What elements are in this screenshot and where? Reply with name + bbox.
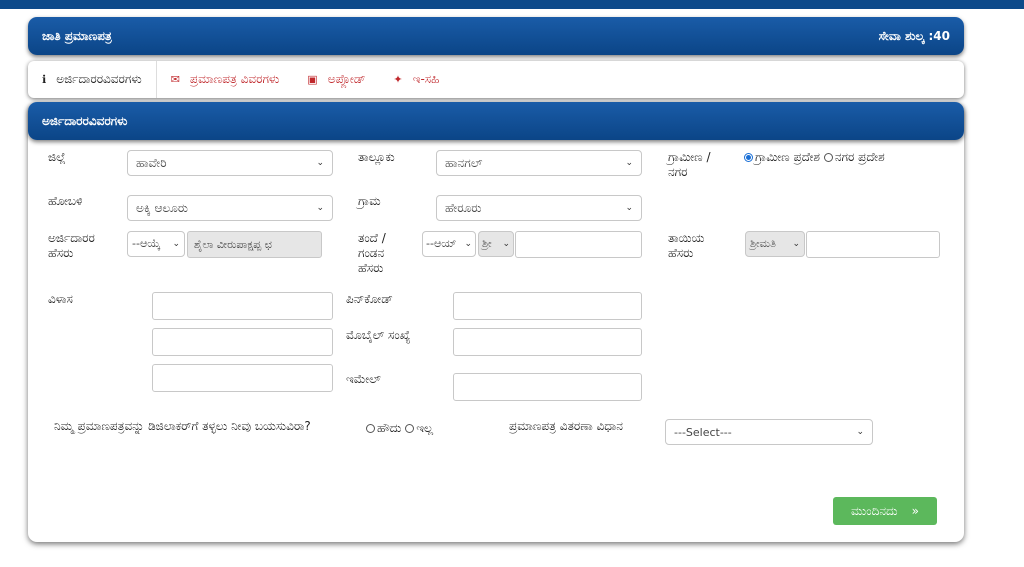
applicant-name-label: ಅರ್ಜಿದಾರರ ಹೆಸರು xyxy=(48,231,95,260)
mother-name-field[interactable] xyxy=(806,231,940,258)
applicant-name-field[interactable]: ಶೈಲಾ ವೀರುಪಾಕ್ಷಪ್ಪ ಛ xyxy=(187,231,322,258)
district-value: ಹಾವೇರಿ xyxy=(136,155,167,170)
mother-title-select[interactable]: ಶ್ರೀಮತಿ ⌄ xyxy=(745,231,805,257)
double-chevron-right-icon: » xyxy=(911,504,919,518)
section-header: ಅರ್ಜಿದಾರರವಿವರಗಳು xyxy=(28,102,964,140)
taluk-select[interactable]: ಹಾನಗಲ್ ⌄ xyxy=(436,150,642,176)
hobli-label: ಹೋಬಳಿ xyxy=(48,194,83,208)
next-button[interactable]: ಮುಂದಿನದು » xyxy=(833,497,937,525)
father-title-select[interactable]: ಶ್ರೀ ⌄ xyxy=(478,231,514,257)
district-label: ಜಿಲ್ಲೆ xyxy=(48,150,66,164)
taluk-value: ಹಾನಗಲ್ xyxy=(445,155,483,170)
delivery-method-value: ---Select--- xyxy=(674,425,732,439)
address-line-2-field[interactable] xyxy=(152,328,333,356)
hobli-value: ಅಕ್ಕಿ ಆಲೂರು xyxy=(136,200,188,215)
district-select[interactable]: ಹಾವೇರಿ ⌄ xyxy=(127,150,333,176)
top-banner xyxy=(0,0,1024,9)
envelope-icon: ✉ xyxy=(170,73,180,86)
delivery-method-select[interactable]: ---Select--- ⌄ xyxy=(665,419,873,445)
tab-certificate-details[interactable]: ✉ ಪ್ರಮಾಣಪತ್ರ ವಿವರಗಳು xyxy=(157,61,294,98)
image-icon: ▣ xyxy=(307,73,318,86)
next-button-label: ಮುಂದಿನದು xyxy=(851,503,898,518)
tab-label: ಇ-ಸಹಿ xyxy=(412,72,440,86)
tab-label: ಅಪ್ಲೋಡ್ xyxy=(327,72,366,86)
chevron-down-icon: ⌄ xyxy=(856,427,864,437)
digilocker-no-radio[interactable] xyxy=(405,424,415,433)
hobli-select[interactable]: ಅಕ್ಕಿ ಆಲೂರು ⌄ xyxy=(127,195,333,221)
chevron-down-icon: ⌄ xyxy=(316,158,324,168)
village-label: ಗ್ರಾಮ xyxy=(358,194,381,208)
pen-icon: ✦ xyxy=(393,73,403,86)
address-line-1-field[interactable] xyxy=(152,292,333,320)
chevron-down-icon: ⌄ xyxy=(464,239,472,249)
digilocker-yes-radio[interactable] xyxy=(366,424,375,433)
tab-applicant-details[interactable]: ℹ ಅರ್ಜಿದಾರರವಿವರಗಳು xyxy=(28,61,157,98)
service-title-bar: ಜಾತಿ ಪ್ರಮಾಣಪತ್ರ ಸೇವಾ ಶುಲ್ಕ :40 xyxy=(28,17,964,55)
tab-label: ಅರ್ಜಿದಾರರವಿವರಗಳು xyxy=(56,72,142,86)
digilocker-radios: ಹೌದು ಇಲ್ಲ xyxy=(366,421,433,436)
chevron-down-icon: ⌄ xyxy=(316,203,324,213)
pincode-label: ಪಿನ್‌ಕೋಡ್ xyxy=(346,292,393,306)
taluk-label: ತಾಲ್ಲೂಕು xyxy=(358,150,395,164)
email-field[interactable] xyxy=(453,373,642,401)
area-type-radios: ಗ್ರಾಮೀಣ ಪ್ರದೇಶ ನಗರ ಪ್ರದೇಶ xyxy=(744,150,885,165)
tab-esign[interactable]: ✦ ಇ-ಸಹಿ xyxy=(379,61,453,98)
father-name-field[interactable] xyxy=(515,231,642,258)
rural-radio[interactable] xyxy=(744,153,753,162)
father-title-value: ಶ್ರೀ xyxy=(482,237,492,250)
chevron-down-icon: ⌄ xyxy=(172,239,180,249)
service-fee: ಸೇವಾ ಶುಲ್ಕ :40 xyxy=(878,28,950,43)
digilocker-no-label: ಇಲ್ಲ xyxy=(416,421,434,435)
village-value: ಹೇರೂರು xyxy=(445,200,482,215)
mother-title-value: ಶ್ರೀಮತಿ xyxy=(750,237,776,250)
service-title: ಜಾತಿ ಪ್ರಮಾಣಪತ್ರ xyxy=(42,28,112,43)
area-type-label: ಗ್ರಾಮೀಣ / ನಗರ xyxy=(668,150,711,179)
mother-name-label: ತಾಯಿಯ ಹೆಸರು xyxy=(668,231,705,260)
father-salutation-value: --ಆಯ್ xyxy=(426,237,457,250)
pincode-field[interactable] xyxy=(453,292,642,320)
delivery-method-label: ಪ್ರಮಾಣಪತ್ರ ವಿತರಣಾ ವಿಧಾನ xyxy=(509,419,623,433)
email-label: ಇಮೇಲ್ xyxy=(346,372,381,386)
tab-label: ಪ್ರಮಾಣಪತ್ರ ವಿವರಗಳು xyxy=(189,72,280,86)
address-line-3-field[interactable] xyxy=(152,364,333,392)
applicant-salutation-select[interactable]: --ಆಯ್ಕೆ ⌄ xyxy=(127,231,185,257)
tab-upload[interactable]: ▣ ಅಪ್ಲೋಡ್ xyxy=(293,61,379,98)
digilocker-yes-label: ಹೌದು xyxy=(377,421,402,435)
rural-option-label: ಗ್ರಾಮೀಣ ಪ್ರದೇಶ xyxy=(755,150,820,164)
applicant-salutation-value: --ಆಯ್ಕೆ xyxy=(132,237,161,250)
section-title: ಅರ್ಜಿದಾರರವಿವರಗಳು xyxy=(42,113,128,128)
info-icon: ℹ xyxy=(42,73,47,86)
father-name-label: ತಂದೆ / ಗಂಡನ ಹೆಸರು xyxy=(358,231,386,275)
digilocker-question: ನಿಮ್ಮ ಪ್ರಮಾಣಪತ್ರವನ್ನು ಡಿಜಿಲಾಕರ್‌ಗೆ ತಳ್ಳಲ… xyxy=(54,419,311,433)
chevron-down-icon: ⌄ xyxy=(625,203,633,213)
step-tabs: ℹ ಅರ್ಜಿದಾರರವಿವರಗಳು ✉ ಪ್ರಮಾಣಪತ್ರ ವಿವರಗಳು … xyxy=(28,61,964,98)
village-select[interactable]: ಹೇರೂರು ⌄ xyxy=(436,195,642,221)
urban-radio[interactable] xyxy=(823,153,833,162)
chevron-down-icon: ⌄ xyxy=(625,158,633,168)
chevron-down-icon: ⌄ xyxy=(792,239,800,249)
mobile-field[interactable] xyxy=(453,328,642,356)
address-label: ವಿಳಾಸ xyxy=(48,292,73,306)
father-salutation-select[interactable]: --ಆಯ್ ⌄ xyxy=(422,231,476,257)
chevron-down-icon: ⌄ xyxy=(502,239,510,249)
urban-option-label: ನಗರ ಪ್ರದೇಶ xyxy=(834,150,885,164)
mobile-label: ಮೊಬೈಲ್ ಸಂಖ್ಯೆ xyxy=(346,328,411,342)
